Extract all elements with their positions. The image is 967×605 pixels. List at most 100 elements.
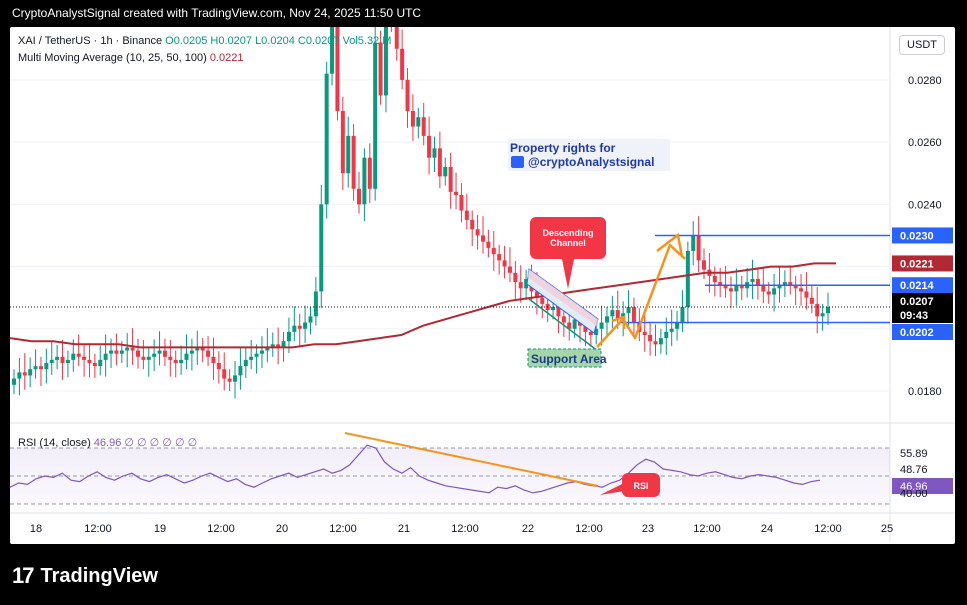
x-tick-label: 21 [398, 523, 410, 535]
x-tick-label: 12:00 [329, 523, 357, 535]
candle-body [22, 372, 27, 376]
price-pane-bg [10, 27, 890, 419]
candle-body [728, 288, 733, 292]
candle-body [486, 241, 491, 248]
candle-body [772, 288, 777, 295]
candle-body [152, 353, 157, 357]
candle-body [206, 350, 211, 357]
candle-body [33, 366, 38, 370]
x-tick-label: 12:00 [84, 523, 112, 535]
y-tick-label: 0.0280 [908, 75, 942, 87]
tradingview-logo-icon: 17 [12, 563, 35, 588]
candle-body [664, 331, 669, 339]
x-tick-label: 12:00 [451, 523, 479, 535]
candle-body [540, 297, 545, 304]
candle-body [470, 219, 475, 230]
currency-button[interactable]: USDT [899, 35, 945, 55]
candle-body [297, 325, 302, 329]
candle-body [443, 167, 448, 177]
candle-body [658, 338, 663, 345]
candle-body [243, 359, 248, 367]
candle-body [691, 235, 696, 251]
candle-body [330, 27, 335, 74]
rsi-legend: RSI (14, close) 46.96 ∅ ∅ ∅ ∅ ∅ ∅ [18, 436, 197, 449]
candle-body [626, 307, 631, 314]
price-label: 0.0214 [900, 280, 935, 292]
candle-body [761, 285, 766, 292]
rsi-axis-label: 48.76 [900, 464, 928, 476]
rsi-callout-text: RSI [633, 481, 648, 491]
candle-body [17, 372, 22, 379]
price-label: 0.0230 [900, 230, 934, 242]
candle-body [286, 331, 291, 342]
candle-body [405, 79, 410, 111]
candle-body [604, 316, 609, 323]
candle-body [179, 359, 184, 363]
price-label: 0.0221 [900, 258, 934, 270]
candle-body [750, 279, 755, 283]
candle-body [373, 42, 378, 189]
candle-body [502, 260, 507, 267]
x-tick-label: 12:00 [814, 523, 842, 535]
candle-body [125, 347, 130, 351]
candle-body [103, 353, 108, 360]
y-tick-label: 0.0180 [908, 386, 942, 398]
candle-body [410, 111, 415, 127]
candle-body [669, 328, 674, 332]
candle-body [65, 359, 70, 363]
candle-body [130, 347, 135, 351]
descending-callout-text: Descending [542, 228, 593, 238]
rsi-band [10, 448, 890, 504]
x-tick-label: 20 [276, 523, 288, 535]
candle-body [189, 350, 194, 354]
chart-svg[interactable]: Support Area DescendingChannel Property ri… [10, 27, 955, 544]
candle-body [588, 331, 593, 335]
candle-body [168, 356, 173, 360]
candle-body [400, 48, 405, 80]
candle-body [308, 316, 313, 323]
candle-body [648, 335, 653, 342]
candle-body [227, 378, 232, 382]
candle-body [254, 353, 259, 357]
candle-body [87, 359, 92, 363]
candle-body [480, 235, 485, 242]
candle-body [119, 350, 124, 354]
candle-body [653, 341, 658, 345]
candle-body [157, 350, 162, 354]
candle-body [675, 322, 680, 329]
candle-body [734, 285, 739, 292]
ma-label: Multi Moving Average (10, 25, 50, 100) [18, 52, 207, 64]
support-area-label: Support Area [531, 352, 607, 366]
rsi-axis-label: 55.89 [900, 448, 928, 460]
candle-body [71, 353, 76, 360]
candle-body [340, 111, 345, 174]
candle-body [642, 331, 647, 335]
candle-body [303, 322, 308, 329]
x-tick-label: 23 [642, 523, 654, 535]
tradingview-logo[interactable]: 17 TradingView [12, 563, 158, 589]
candle-body [475, 229, 480, 236]
candle-body [464, 210, 469, 220]
candle-body [631, 307, 636, 323]
candle-body [12, 378, 16, 385]
candle-body [610, 310, 615, 317]
symbol-title: XAI / TetherUS · 1h · Binance [18, 35, 163, 47]
price-label: 09:43 [900, 310, 928, 322]
candle-body [572, 319, 577, 329]
candle-body [211, 356, 216, 363]
candle-body [421, 117, 426, 136]
chart-panel[interactable]: Support Area Descending Channel Property ri… [10, 27, 955, 544]
price-label: 0.0202 [900, 327, 934, 339]
candle-body [313, 291, 318, 317]
candle-body [249, 356, 254, 360]
candle-body [712, 275, 717, 283]
x-tick-label: 12:00 [207, 523, 235, 535]
candle-body [238, 366, 243, 376]
candle-body [766, 291, 771, 295]
rsi-label: RSI (14, close) [18, 437, 91, 449]
x-tick-label: 12:00 [575, 523, 603, 535]
candle-body [437, 148, 442, 177]
candle-body [416, 117, 421, 127]
rsi-value: 46.96 ∅ ∅ ∅ ∅ ∅ ∅ [93, 437, 198, 449]
ma-value: 0.0221 [209, 52, 244, 64]
